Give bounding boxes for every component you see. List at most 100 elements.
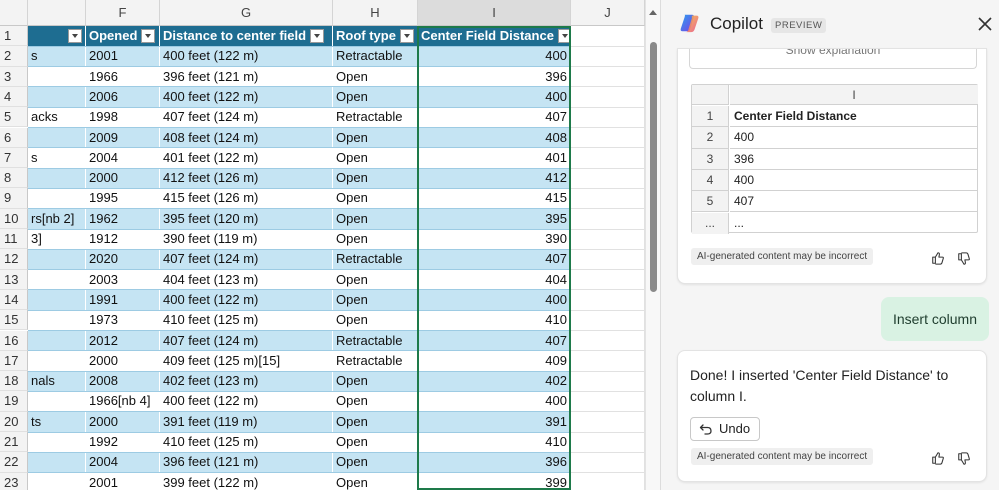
row-header[interactable]: 20 (0, 411, 28, 432)
table-cell-e[interactable] (28, 269, 86, 290)
table-cell-center[interactable]: 400 (418, 391, 571, 412)
row-header[interactable]: 9 (0, 188, 28, 209)
table-cell-opened[interactable]: 2006 (86, 86, 160, 108)
table-cell-roof[interactable]: Open (333, 147, 418, 169)
table-cell-center[interactable]: 407 (418, 330, 571, 351)
row-header[interactable]: 15 (0, 310, 28, 331)
table-cell-e[interactable]: s (28, 147, 86, 169)
table-cell-opened[interactable]: 2000 (86, 168, 160, 189)
table-cell-e[interactable]: acks (28, 107, 86, 128)
table-cell-center[interactable]: 415 (418, 188, 571, 209)
row-header[interactable]: 5 (0, 107, 28, 128)
table-cell-opened[interactable]: 2001 (86, 46, 160, 67)
table-cell-center[interactable]: 396 (418, 452, 571, 473)
table-cell-center[interactable]: 399 (418, 472, 571, 490)
table-cell-opened[interactable]: 2012 (86, 330, 160, 351)
table-cell-roof[interactable]: Open (333, 310, 418, 331)
table-cell-opened[interactable]: 1973 (86, 310, 160, 331)
column-header-j[interactable]: J (571, 0, 645, 26)
table-cell-e[interactable] (28, 127, 86, 148)
table-cell-e[interactable] (28, 86, 86, 108)
table-cell-e[interactable] (28, 391, 86, 412)
table-header-distance[interactable]: Distance to center field (160, 26, 333, 47)
column-header-h[interactable]: H (333, 0, 418, 26)
table-cell-distance[interactable]: 391 feet (119 m) (160, 411, 333, 432)
row-header[interactable]: 8 (0, 168, 28, 189)
table-cell-center[interactable]: 390 (418, 229, 571, 250)
table-cell-e[interactable] (28, 472, 86, 490)
table-cell-distance[interactable]: 396 feet (121 m) (160, 66, 333, 87)
table-cell-center[interactable]: 400 (418, 46, 571, 67)
table-cell-opened[interactable]: 2008 (86, 371, 160, 392)
table-cell-roof[interactable]: Retractable (333, 107, 418, 128)
table-cell-roof[interactable]: Open (333, 432, 418, 453)
table-cell-distance[interactable]: 409 feet (125 m)[15] (160, 350, 333, 372)
table-cell-distance[interactable]: 390 feet (119 m) (160, 229, 333, 250)
table-cell-e[interactable]: nals (28, 371, 86, 392)
table-cell-e[interactable] (28, 249, 86, 270)
table-cell-roof[interactable]: Open (333, 86, 418, 108)
row-header[interactable]: 14 (0, 289, 28, 311)
row-header[interactable]: 19 (0, 391, 28, 412)
row-header[interactable]: 6 (0, 127, 28, 148)
row-header[interactable]: 4 (0, 86, 28, 108)
table-cell-distance[interactable]: 407 feet (124 m) (160, 249, 333, 270)
table-cell-distance[interactable]: 410 feet (125 m) (160, 432, 333, 453)
filter-dropdown-icon[interactable] (68, 29, 82, 43)
table-cell-opened[interactable]: 2000 (86, 350, 160, 372)
row-header[interactable]: 16 (0, 330, 28, 351)
filter-dropdown-icon[interactable] (310, 28, 325, 43)
table-cell-e[interactable] (28, 310, 86, 331)
table-cell-opened[interactable]: 1966 (86, 66, 160, 87)
table-cell-distance[interactable]: 408 feet (124 m) (160, 127, 333, 148)
table-cell-roof[interactable]: Retractable (333, 46, 418, 67)
table-cell-roof[interactable]: Open (333, 66, 418, 87)
table-cell-distance[interactable]: 407 feet (124 m) (160, 107, 333, 128)
table-cell-roof[interactable]: Open (333, 411, 418, 432)
table-cell-center[interactable]: 395 (418, 208, 571, 229)
row-header[interactable]: 2 (0, 46, 28, 67)
table-cell-center[interactable]: 404 (418, 269, 571, 290)
table-cell-center[interactable]: 391 (418, 411, 571, 432)
row-header[interactable]: 1 (0, 26, 28, 47)
table-cell-distance[interactable]: 415 feet (126 m) (160, 188, 333, 209)
row-header[interactable]: 3 (0, 66, 28, 87)
vertical-scrollbar[interactable] (645, 0, 660, 490)
filter-dropdown-icon[interactable] (557, 28, 570, 43)
row-header[interactable]: 21 (0, 432, 28, 453)
table-cell-roof[interactable]: Open (333, 452, 418, 473)
table-cell-center[interactable]: 407 (418, 249, 571, 270)
column-header-e[interactable] (28, 0, 86, 26)
table-cell-roof[interactable]: Open (333, 391, 418, 412)
filter-dropdown-icon[interactable] (399, 28, 414, 43)
table-cell-roof[interactable]: Retractable (333, 330, 418, 351)
table-cell-e[interactable] (28, 66, 86, 87)
table-cell-e[interactable] (28, 330, 86, 351)
table-cell-roof[interactable]: Retractable (333, 249, 418, 270)
scrollbar-thumb[interactable] (650, 42, 657, 292)
table-cell-opened[interactable]: 1991 (86, 289, 160, 311)
table-cell-roof[interactable]: Open (333, 289, 418, 311)
row-header[interactable]: 17 (0, 350, 28, 372)
table-cell-roof[interactable]: Open (333, 472, 418, 490)
table-cell-center[interactable]: 407 (418, 107, 571, 128)
table-cell-e[interactable]: ts (28, 411, 86, 432)
table-cell-e[interactable]: 3] (28, 229, 86, 250)
row-header[interactable]: 22 (0, 452, 28, 473)
table-cell-center[interactable]: 409 (418, 350, 571, 372)
row-header[interactable]: 11 (0, 229, 28, 250)
row-header[interactable]: 12 (0, 249, 28, 270)
table-cell-opened[interactable]: 2009 (86, 127, 160, 148)
table-cell-distance[interactable]: 401 feet (122 m) (160, 147, 333, 169)
table-cell-center[interactable]: 400 (418, 86, 571, 108)
table-cell-roof[interactable]: Open (333, 229, 418, 250)
table-cell-center[interactable]: 402 (418, 371, 571, 392)
table-cell-roof[interactable]: Open (333, 127, 418, 148)
show-explanation-button[interactable]: Show explanation (689, 49, 977, 69)
table-cell-distance[interactable]: 399 feet (122 m) (160, 472, 333, 490)
row-header[interactable]: 23 (0, 472, 28, 490)
table-cell-opened[interactable]: 1992 (86, 432, 160, 453)
table-cell-center[interactable]: 401 (418, 147, 571, 169)
table-cell-opened[interactable]: 1998 (86, 107, 160, 128)
table-cell-opened[interactable]: 1995 (86, 188, 160, 209)
